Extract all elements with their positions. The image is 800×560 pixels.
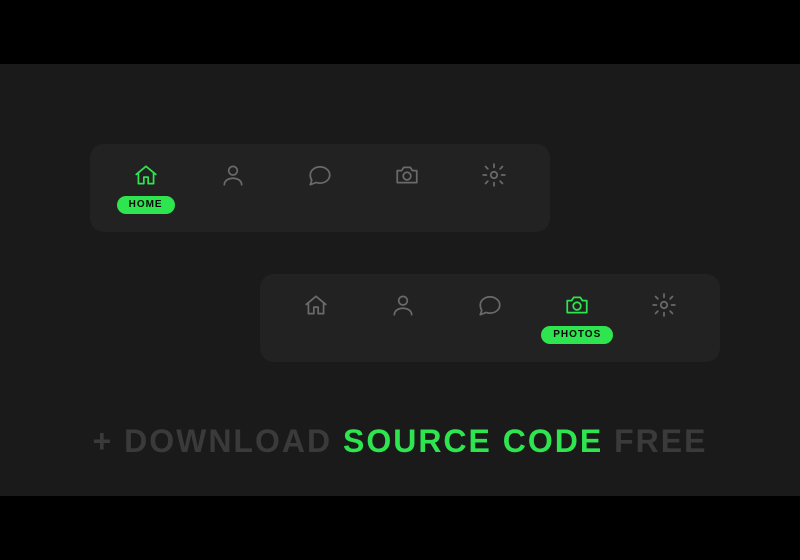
gear-icon (481, 162, 507, 188)
caption-accent: SOURCE CODE (343, 423, 603, 459)
nav-item-settings[interactable] (451, 162, 538, 188)
nav-item-photos[interactable]: PHOTOS (534, 292, 621, 344)
nav-item-settings[interactable] (621, 292, 708, 318)
chat-icon (307, 162, 333, 188)
nav-item-messages[interactable] (276, 162, 363, 188)
nav-active-label: HOME (117, 196, 175, 214)
gear-icon (651, 292, 677, 318)
caption-plus: + (93, 423, 114, 459)
camera-icon (394, 162, 420, 188)
nav-active-label: PHOTOS (541, 326, 613, 344)
nav-item-messages[interactable] (446, 292, 533, 318)
user-icon (220, 162, 246, 188)
nav-item-photos[interactable] (364, 162, 451, 188)
nav-item-home[interactable]: HOME (102, 162, 189, 214)
nav-item-home[interactable] (272, 292, 359, 318)
stage: HOME (0, 64, 800, 496)
camera-icon (564, 292, 590, 318)
nav-item-profile[interactable] (189, 162, 276, 188)
user-icon (390, 292, 416, 318)
letterbox-top (0, 0, 800, 64)
chat-icon (477, 292, 503, 318)
caption-word-download: DOWNLOAD (124, 423, 332, 459)
navbar-bottom: PHOTOS (260, 274, 720, 362)
caption-word-free: FREE (614, 423, 707, 459)
nav-item-profile[interactable] (359, 292, 446, 318)
navbar-top: HOME (90, 144, 550, 232)
home-icon (303, 292, 329, 318)
home-icon (133, 162, 159, 188)
letterbox-bottom (0, 496, 800, 560)
caption-line: + DOWNLOAD SOURCE CODE FREE (0, 423, 800, 460)
